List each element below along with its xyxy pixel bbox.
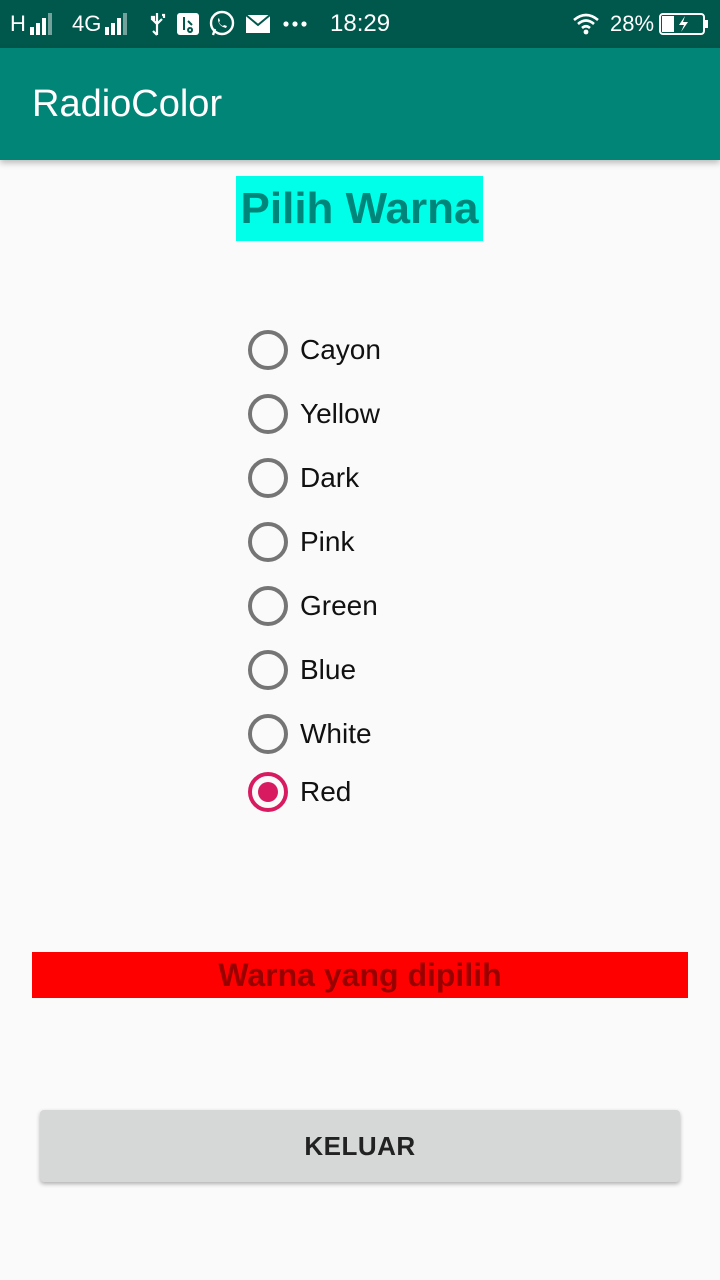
radio-button-white[interactable] (248, 714, 288, 754)
usb-icon (148, 0, 166, 48)
usb-debug-icon (176, 0, 200, 48)
page-heading: Pilih Warna (236, 176, 483, 241)
radio-label-green: Green (300, 590, 378, 621)
radio-option-pink[interactable]: Pink (248, 510, 508, 574)
network-type-4g: 4G (72, 11, 102, 36)
radio-button-cayon[interactable] (248, 330, 288, 370)
radio-option-white[interactable]: White (248, 702, 508, 766)
status-time: 18:29 (330, 10, 391, 37)
radio-button-green[interactable] (248, 586, 288, 626)
radio-option-cayon[interactable]: Cayon (248, 318, 508, 382)
radio-button-pink[interactable] (248, 522, 288, 562)
battery-charging-icon (658, 0, 710, 48)
radio-label-pink: Pink (300, 526, 355, 557)
signal-h-indicator: H (10, 0, 52, 48)
signal-icon (29, 13, 52, 35)
radio-label-red: Red (300, 776, 352, 807)
toolbar-title: RadioColor (32, 83, 223, 125)
radio-label-yellow: Yellow (300, 398, 380, 429)
app-toolbar: RadioColor (0, 48, 720, 160)
radio-button-yellow[interactable] (248, 394, 288, 434)
network-type-h: H (10, 11, 26, 36)
battery-percent: 28% (610, 11, 655, 36)
signal-4g-indicator: 4G (72, 0, 128, 48)
radio-option-yellow[interactable]: Yellow (248, 382, 508, 446)
more-icon (283, 0, 307, 48)
radio-label-blue: Blue (300, 654, 357, 685)
selected-color-result: Warna yang dipilih (32, 952, 688, 998)
signal-icon-2 (105, 13, 128, 35)
radio-option-green[interactable]: Green (248, 574, 508, 638)
radio-button-blue[interactable] (248, 650, 288, 690)
whatsapp-icon (208, 0, 236, 48)
radio-option-dark[interactable]: Dark (248, 446, 508, 510)
radio-label-cayon: Cayon (300, 334, 381, 365)
status-bar: H 4G 18:29 28% (0, 0, 720, 48)
mail-icon (245, 0, 271, 48)
radio-option-blue[interactable]: Blue (248, 638, 508, 702)
radio-option-red[interactable]: Red (248, 760, 508, 824)
exit-button[interactable]: KELUAR (40, 1110, 680, 1182)
radio-label-white: White (300, 718, 372, 749)
radio-label-dark: Dark (300, 462, 360, 493)
radio-button-dark[interactable] (248, 458, 288, 498)
wifi-icon (572, 0, 600, 48)
radio-button-red[interactable] (248, 772, 288, 812)
